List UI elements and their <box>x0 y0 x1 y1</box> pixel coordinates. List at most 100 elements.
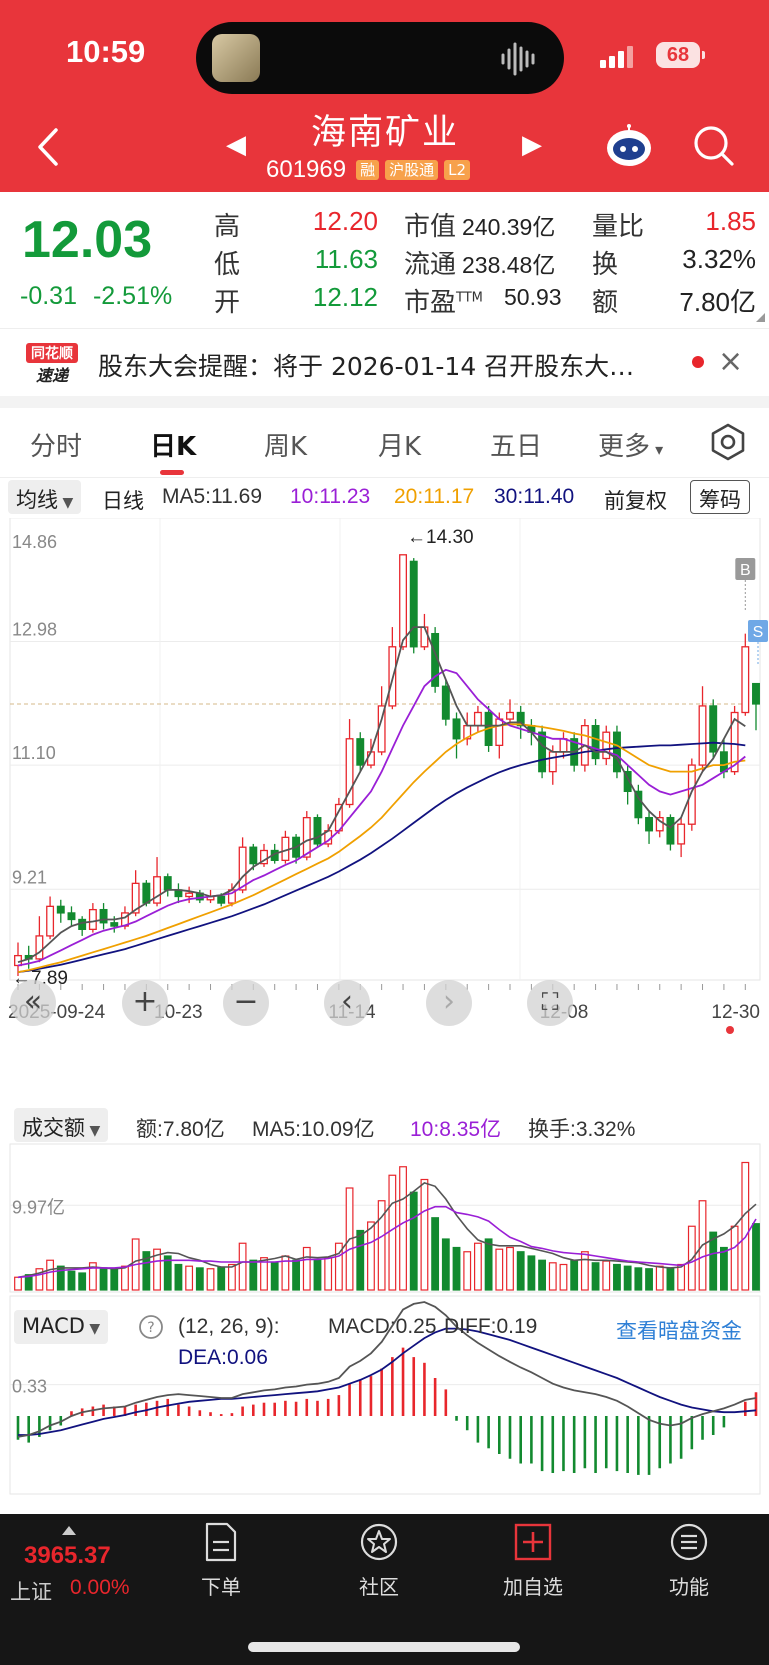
tab-intraday[interactable]: 分时 <box>30 426 82 463</box>
connect-tag: 沪股通 <box>385 160 439 180</box>
index-expand-icon[interactable] <box>62 1526 76 1535</box>
volume-bar <box>99 1267 108 1291</box>
volume-ma5: MA5:10.09亿 <box>252 1118 375 1141</box>
tab-daily-k[interactable]: 日K <box>150 426 196 463</box>
nav-add-watchlist-label: 加自选 <box>503 1575 563 1599</box>
volume-bar <box>67 1270 76 1291</box>
ma-type-dropdown[interactable]: 均线 ▼ <box>8 480 82 514</box>
fullscreen-button[interactable]: ⛶ <box>527 980 573 1026</box>
volume-type-dropdown[interactable]: 成交额 ▼ <box>14 1108 109 1142</box>
volume-bar <box>495 1248 504 1291</box>
home-indicator[interactable] <box>248 1642 520 1652</box>
volume-bar <box>741 1161 750 1291</box>
adjust-mode[interactable]: 前复权 <box>604 485 667 515</box>
candle-body <box>473 711 482 727</box>
cellular-signal-icon <box>600 46 633 68</box>
previous-stock-button[interactable]: ◀ <box>226 130 246 160</box>
volume-bar <box>174 1263 183 1291</box>
macd-params: (12, 26, 9): <box>178 1315 280 1338</box>
battery-indicator: 68 <box>656 42 705 68</box>
ma20-value: 20:11.17 <box>394 485 475 508</box>
pe-value: 50.93 <box>504 284 562 310</box>
nav-add-watchlist[interactable]: 加自选 <box>488 1522 578 1600</box>
order-document-icon <box>205 1522 237 1562</box>
next-stock-button[interactable]: ▶ <box>522 130 542 160</box>
tab-weekly-k[interactable]: 周K <box>264 426 307 463</box>
volume-bar <box>484 1238 493 1291</box>
volume-bar <box>463 1251 472 1291</box>
back-arrow-icon[interactable] <box>30 122 66 172</box>
functions-menu-icon <box>670 1523 708 1561</box>
turnover-value: 3.32% <box>682 244 756 274</box>
quote-panel[interactable]: 12.03 -0.31 -2.51% 高 12.20 低 11.63 开 12.1… <box>0 192 769 328</box>
high-label: 高 <box>214 212 241 242</box>
candle-body <box>67 912 76 921</box>
period-label: 日线 <box>102 490 144 513</box>
candle-body <box>399 554 408 648</box>
now-playing-thumbnail <box>212 34 260 82</box>
volume-bar <box>302 1246 311 1291</box>
nav-order[interactable]: 下单 <box>176 1522 266 1600</box>
tab-more[interactable]: 更多 ▾ <box>598 426 663 463</box>
macd-value: MACD:0.25 <box>328 1315 437 1338</box>
dark-pool-link[interactable]: 查看暗盘资金 <box>616 1315 742 1345</box>
search-icon[interactable] <box>692 124 736 168</box>
candle-body <box>752 682 760 705</box>
zoom-in-button[interactable]: + <box>122 980 168 1026</box>
volume-bar <box>473 1242 482 1291</box>
volume-ma10-line <box>17 1205 757 1279</box>
x-date-label: 12-30 <box>711 1002 760 1023</box>
volume-bar <box>409 1191 418 1291</box>
index-name: 上证 <box>10 1580 52 1604</box>
volume-bar <box>516 1251 525 1291</box>
volume-bar <box>645 1268 653 1291</box>
scroll-right-button[interactable]: › <box>426 980 472 1026</box>
macd-type-dropdown[interactable]: MACD ▼ <box>14 1310 109 1344</box>
nav-functions-label: 功能 <box>669 1575 709 1599</box>
candle-body <box>46 905 55 937</box>
float-cap-value: 238.48亿 <box>462 252 556 278</box>
volume-bar <box>185 1265 194 1291</box>
audio-wave-icon <box>501 42 535 76</box>
volume-bar <box>559 1263 568 1291</box>
price-change: -0.31 -2.51% <box>20 282 172 311</box>
y-label-top: 14.86 <box>12 532 57 552</box>
ths-express-logo: 同花顺 速递 <box>26 343 78 385</box>
candle-body <box>709 705 718 753</box>
chip-distribution-button[interactable]: 筹码 <box>690 480 750 514</box>
expand-corner-icon[interactable] <box>756 313 765 322</box>
ma20-line <box>17 723 746 973</box>
change-amount: -0.31 <box>20 282 77 310</box>
volume-bar <box>431 1217 440 1291</box>
news-headline[interactable]: 股东大会提醒：将于 2026-01-14 召开股东大… <box>98 347 678 383</box>
dynamic-island[interactable] <box>196 22 564 94</box>
zoom-out-button[interactable]: − <box>223 980 269 1026</box>
settings-hexagon-icon[interactable] <box>708 422 748 462</box>
nav-functions[interactable]: 功能 <box>644 1522 734 1600</box>
ma30-value: 30:11.40 <box>494 485 575 508</box>
volume-bar <box>110 1268 119 1291</box>
tab-monthly-k[interactable]: 月K <box>378 426 421 463</box>
candle-body <box>249 846 258 865</box>
nav-community[interactable]: 社区 <box>334 1522 424 1600</box>
open-label: 开 <box>214 288 241 318</box>
close-news-button[interactable]: × <box>718 344 743 379</box>
scroll-start-button[interactable]: « <box>10 980 56 1026</box>
stock-name: 海南矿业 <box>310 113 459 153</box>
news-banner[interactable]: 同花顺 速递 股东大会提醒：将于 2026-01-14 召开股东大… <box>0 328 769 396</box>
tab-five-day[interactable]: 五日 <box>490 426 542 463</box>
volume-bar <box>441 1238 450 1291</box>
l2-tag: L2 <box>444 160 471 180</box>
volume-bar <box>591 1262 600 1291</box>
help-icon[interactable]: ? <box>138 1314 164 1340</box>
stock-code-row: 601969 融 沪股通 L2 <box>266 156 471 184</box>
candle-body <box>313 816 322 845</box>
robot-assistant-icon[interactable] <box>604 124 654 168</box>
low-value: 11.63 <box>314 244 378 274</box>
svg-text:?: ? <box>147 1320 154 1336</box>
index-value[interactable]: 3965.37 <box>24 1542 111 1570</box>
volume-bar <box>195 1267 204 1291</box>
market-cap-value: 240.39亿 <box>462 214 556 240</box>
volume-bar <box>367 1221 375 1291</box>
scroll-left-button[interactable]: ‹ <box>324 980 370 1026</box>
